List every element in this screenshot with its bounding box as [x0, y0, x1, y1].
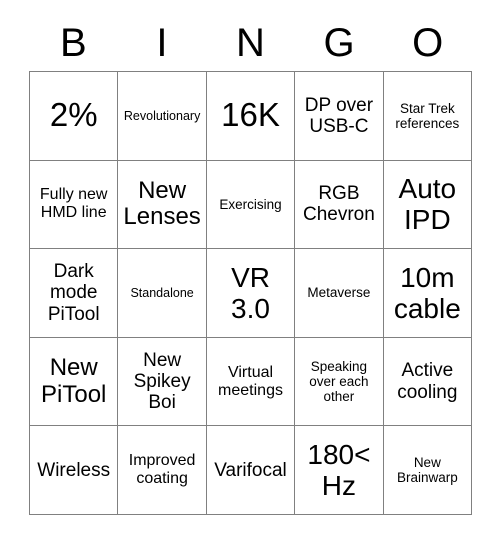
- bingo-cell[interactable]: Active cooling: [383, 337, 473, 427]
- bingo-cell-label: Virtual meetings: [218, 363, 283, 399]
- bingo-cell-label: DP over USB-C: [304, 94, 374, 137]
- bingo-cell[interactable]: Star Trek references: [383, 72, 473, 161]
- bingo-cell-label: New Spikey Boi: [133, 349, 191, 414]
- bingo-cell-label: Improved coating: [128, 452, 196, 488]
- bingo-cell-label: RGB Chevron: [303, 183, 375, 226]
- bingo-cell[interactable]: RGB Chevron: [295, 160, 384, 250]
- bingo-cell[interactable]: New Spikey Boi: [118, 337, 207, 427]
- bingo-cell-label: New PiTool: [41, 353, 107, 408]
- bingo-cell-label: New Brainwarp: [396, 455, 458, 486]
- bingo-grid: 2% Revolutionary 16K DP over USB-C Star …: [29, 71, 473, 515]
- bingo-cell[interactable]: Dark mode PiTool: [30, 249, 119, 338]
- bingo-cell-label: Wireless: [37, 459, 111, 481]
- bingo-cell-label: Metaverse: [307, 285, 371, 301]
- bingo-cell[interactable]: Standalone: [118, 249, 207, 338]
- bingo-cell-label: 16K: [221, 96, 280, 134]
- bingo-row: Dark mode PiTool Standalone VR 3.0 Metav…: [30, 249, 473, 338]
- bingo-row: Fully new HMD line New Lenses Exercising…: [30, 160, 473, 250]
- bingo-cell[interactable]: 180< Hz: [295, 426, 384, 515]
- header-letter-n: N: [236, 20, 265, 65]
- bingo-cell[interactable]: Fully new HMD line: [30, 160, 119, 250]
- bingo-row: New PiTool New Spikey Boi Virtual meetin…: [30, 337, 473, 427]
- bingo-cell[interactable]: 2%: [30, 72, 119, 161]
- bingo-cell[interactable]: 16K: [206, 72, 296, 161]
- bingo-cell[interactable]: New Brainwarp: [383, 426, 473, 515]
- bingo-cell-label: Standalone: [130, 285, 194, 300]
- bingo-cell[interactable]: 10m cable: [383, 249, 473, 338]
- bingo-cell-label: Revolutionary: [123, 108, 201, 123]
- bingo-cell-label: 2%: [49, 96, 98, 134]
- bingo-cell-label: Speaking over each other: [309, 358, 369, 405]
- header-letter-g: G: [323, 20, 355, 65]
- bingo-cell-label: 180< Hz: [307, 438, 371, 502]
- bingo-cell[interactable]: DP over USB-C: [295, 72, 384, 161]
- bingo-cell-label: Exercising: [219, 196, 282, 212]
- bingo-cell[interactable]: Virtual meetings: [206, 337, 296, 427]
- bingo-cell-label: Star Trek references: [395, 100, 460, 131]
- bingo-cell[interactable]: Metaverse: [295, 249, 384, 338]
- bingo-cell-label: New Lenses: [123, 176, 201, 231]
- bingo-cell-label: Varifocal: [214, 459, 287, 481]
- bingo-cell-label: Auto IPD: [398, 173, 457, 236]
- bingo-cell[interactable]: VR 3.0: [206, 249, 296, 338]
- bingo-cell[interactable]: Exercising: [206, 160, 296, 250]
- bingo-cell-label: 10m cable: [393, 261, 461, 324]
- bingo-cell[interactable]: Revolutionary: [118, 72, 207, 161]
- bingo-cell-label: Active cooling: [397, 360, 458, 403]
- bingo-cell[interactable]: Varifocal: [206, 426, 296, 515]
- bingo-cell[interactable]: Improved coating: [118, 426, 207, 515]
- bingo-cell[interactable]: New Lenses: [118, 160, 207, 250]
- bingo-cell-label: VR 3.0: [231, 261, 270, 324]
- bingo-row: 2% Revolutionary 16K DP over USB-C Star …: [30, 72, 473, 161]
- bingo-card: B I N G O 2% Revolutionary 16K DP over U…: [29, 14, 473, 515]
- bingo-header: B I N G O: [29, 14, 472, 71]
- bingo-row: Wireless Improved coating Varifocal 180<…: [30, 426, 473, 515]
- bingo-cell-label: Fully new HMD line: [39, 186, 108, 222]
- bingo-cell-label: Dark mode PiTool: [47, 261, 100, 325]
- bingo-cell[interactable]: Speaking over each other: [295, 337, 384, 427]
- bingo-cell[interactable]: Auto IPD: [383, 160, 473, 250]
- header-letter-i: I: [156, 20, 168, 65]
- header-letter-b: B: [59, 20, 87, 65]
- header-letter-o: O: [412, 20, 444, 65]
- bingo-cell[interactable]: Wireless: [30, 426, 119, 515]
- bingo-cell[interactable]: New PiTool: [30, 337, 119, 427]
